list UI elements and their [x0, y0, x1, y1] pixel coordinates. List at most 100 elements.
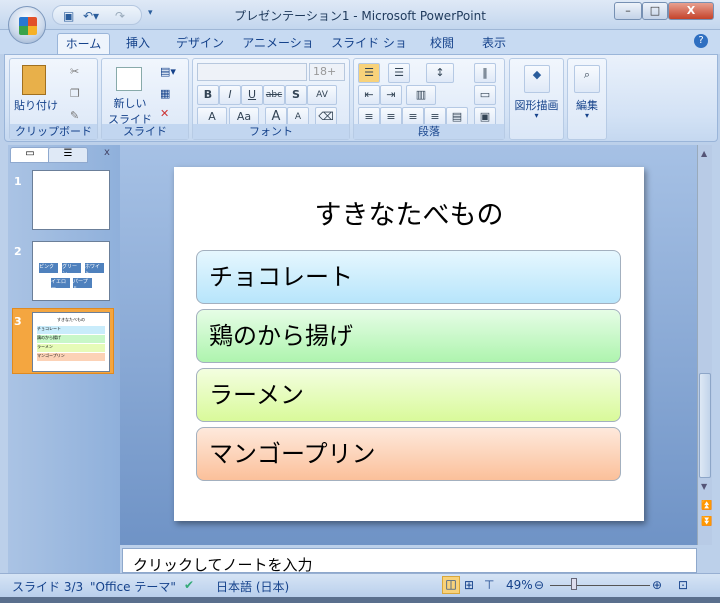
slide-indicator: スライド 3/3 [12, 580, 84, 594]
fit-to-window-icon[interactable]: ⊡ [678, 578, 688, 592]
slides-tab[interactable]: ▭ [10, 147, 50, 163]
group-font: 18+ B I U abc S AV A Aa A A ⌫ フォント [192, 58, 350, 140]
tab-animation[interactable]: アニメーション [238, 33, 318, 70]
underline-button[interactable]: U [241, 85, 263, 105]
tab-insert[interactable]: 挿入 [118, 33, 158, 54]
cut-icon[interactable]: ✂ [70, 65, 79, 78]
layout-icon[interactable]: ▤▾ [160, 65, 176, 78]
new-slide-label: 新しい [113, 97, 147, 110]
group-paragraph: ☰ ☰ ↕ ‖ ⇤ ⇥ ▥ ▭ ≡ ≡ ≡ ≡ ▤ ▣ 段落 [353, 58, 505, 140]
paste-button[interactable]: 貼り付け [14, 97, 58, 113]
spell-check-icon[interactable]: ✔ [184, 578, 194, 592]
zoom-slider-handle[interactable] [571, 578, 577, 590]
slide-sorter-icon[interactable]: ⊞ [464, 578, 474, 592]
office-button[interactable] [8, 6, 46, 44]
scroll-up-icon[interactable]: ▲ [701, 149, 707, 158]
list-item[interactable]: ラーメン [196, 368, 621, 422]
slide-canvas[interactable]: すきなたべもの チョコレート 鶏のから揚げ ラーメン マンゴープリン [174, 167, 644, 521]
thumb-title: すきなたべもの [57, 317, 85, 322]
window-border [0, 597, 720, 603]
list-item[interactable]: チョコレート [196, 250, 621, 304]
thumb-label: ホワイト [85, 263, 104, 277]
slide-thumbnail-1[interactable] [32, 170, 110, 230]
scroll-down-icon[interactable]: ▼ [701, 482, 707, 491]
vertical-scrollbar[interactable]: ▲ ▼ ⏫ ⏬ [697, 145, 712, 545]
group-drawing[interactable]: ◆ 図形描画 ▾ [509, 58, 564, 140]
slides-pane: ▭ ☰ x 1 2 ピンク グリーン ホワイト イエロー パープル 3 すきなた… [8, 145, 120, 573]
italic-button[interactable]: I [219, 85, 241, 105]
slide-thumbnail-2[interactable]: ピンク グリーン ホワイト イエロー パープル [32, 241, 110, 301]
slide-thumbnail-3[interactable]: すきなたべもの チョコレート 鶏のから揚げ ラーメン マンゴープリン [32, 312, 110, 372]
tab-slideshow[interactable]: スライド ショー [330, 33, 408, 70]
zoom-out-icon[interactable]: ⊖ [534, 578, 544, 592]
thumb-item: 鶏のから揚げ [37, 335, 105, 343]
delete-slide-icon[interactable]: ✕ [160, 107, 169, 120]
bullets-icon[interactable]: ☰ [358, 63, 380, 83]
align-text-icon[interactable]: ▭ [474, 85, 496, 105]
copy-icon[interactable]: ❐ [70, 87, 80, 100]
office-logo-icon [19, 17, 37, 35]
list-item[interactable]: マンゴープリン [196, 427, 621, 481]
font-size-input[interactable]: 18+ [309, 63, 345, 81]
group-label: フォント [193, 124, 349, 139]
group-label: スライド [102, 124, 188, 139]
tab-home[interactable]: ホーム [57, 33, 110, 54]
normal-view-icon[interactable]: ◫ [442, 576, 460, 594]
group-clipboard: 貼り付け ✂ ❐ ✎ クリップボード [9, 58, 98, 140]
tab-design[interactable]: デザイン [172, 33, 228, 54]
thumb-label: ピンク [39, 263, 58, 273]
group-slides: 新しいスライド ▾ ▤▾ ▦ ✕ スライド [101, 58, 189, 140]
group-editing[interactable]: ⌕ 編集 ▾ [567, 58, 607, 140]
list-item[interactable]: 鶏のから揚げ [196, 309, 621, 363]
slideshow-icon[interactable]: ⊤ [484, 578, 494, 592]
text-direction-icon[interactable]: ‖ [474, 63, 496, 83]
format-painter-icon[interactable]: ✎ [70, 109, 79, 122]
tab-view[interactable]: 表示 [474, 33, 514, 54]
scrollbar-thumb[interactable] [699, 373, 711, 478]
language-indicator[interactable]: 日本語 (日本) [216, 578, 289, 595]
thumb-label: イエロー [51, 278, 70, 292]
maximize-button[interactable]: □ [642, 2, 668, 20]
thumb-item: ラーメン [37, 344, 105, 352]
zoom-slider[interactable] [550, 585, 650, 586]
thumb-label: パープル [73, 278, 92, 292]
help-icon[interactable]: ? [694, 34, 708, 48]
thumbnail-number: 3 [14, 315, 22, 328]
group-label: 段落 [354, 124, 504, 139]
slide-title[interactable]: すきなたべもの [174, 193, 644, 232]
status-bar: スライド 3/3 "Office テーマ" ✔ 日本語 (日本) ◫ ⊞ ⊤ 4… [0, 573, 720, 597]
ribbon: 貼り付け ✂ ❐ ✎ クリップボード 新しいスライド ▾ ▤▾ ▦ ✕ スライド… [4, 54, 718, 142]
group-label: クリップボード [10, 124, 97, 139]
window-title: プレゼンテーション1 - Microsoft PowerPoint [234, 9, 486, 23]
thumb-label: グリーン [62, 263, 81, 277]
line-spacing-icon[interactable]: ↕ [426, 63, 454, 83]
reset-icon[interactable]: ▦ [160, 87, 170, 100]
next-slide-icon[interactable]: ⏬ [701, 517, 712, 527]
shapes-icon: ◆ [524, 65, 550, 93]
outline-tab[interactable]: ☰ [48, 147, 88, 163]
columns-icon[interactable]: ▥ [406, 85, 436, 105]
previous-slide-icon[interactable]: ⏫ [701, 501, 712, 511]
close-button[interactable]: X [668, 2, 714, 20]
close-pane-icon[interactable]: x [104, 147, 110, 158]
dropdown-icon: ▾ [584, 111, 589, 120]
decrease-indent-icon[interactable]: ⇤ [358, 85, 380, 105]
zoom-in-icon[interactable]: ⊕ [652, 578, 662, 592]
numbering-icon[interactable]: ☰ [388, 63, 410, 83]
tab-review[interactable]: 校閲 [422, 33, 462, 54]
thumb-item: マンゴープリン [37, 353, 105, 361]
font-name-input[interactable] [197, 63, 307, 81]
increase-indent-icon[interactable]: ⇥ [380, 85, 402, 105]
shadow-button[interactable]: S [285, 85, 307, 105]
char-spacing-button[interactable]: AV [307, 85, 337, 105]
zoom-level[interactable]: 49% [506, 578, 533, 592]
bold-button[interactable]: B [197, 85, 219, 105]
theme-name: "Office テーマ" [90, 580, 176, 594]
notes-input[interactable]: クリックしてノートを入力 [122, 548, 697, 573]
paste-icon [22, 65, 46, 95]
minimize-button[interactable]: – [614, 2, 642, 20]
dropdown-icon: ▾ [534, 111, 539, 120]
thumbnail-number: 2 [14, 245, 22, 258]
title-bar: ▣ ↶▾ ↷ ▾ プレゼンテーション1 - Microsoft PowerPoi… [0, 0, 720, 30]
strikethrough-button[interactable]: abc [263, 85, 285, 105]
